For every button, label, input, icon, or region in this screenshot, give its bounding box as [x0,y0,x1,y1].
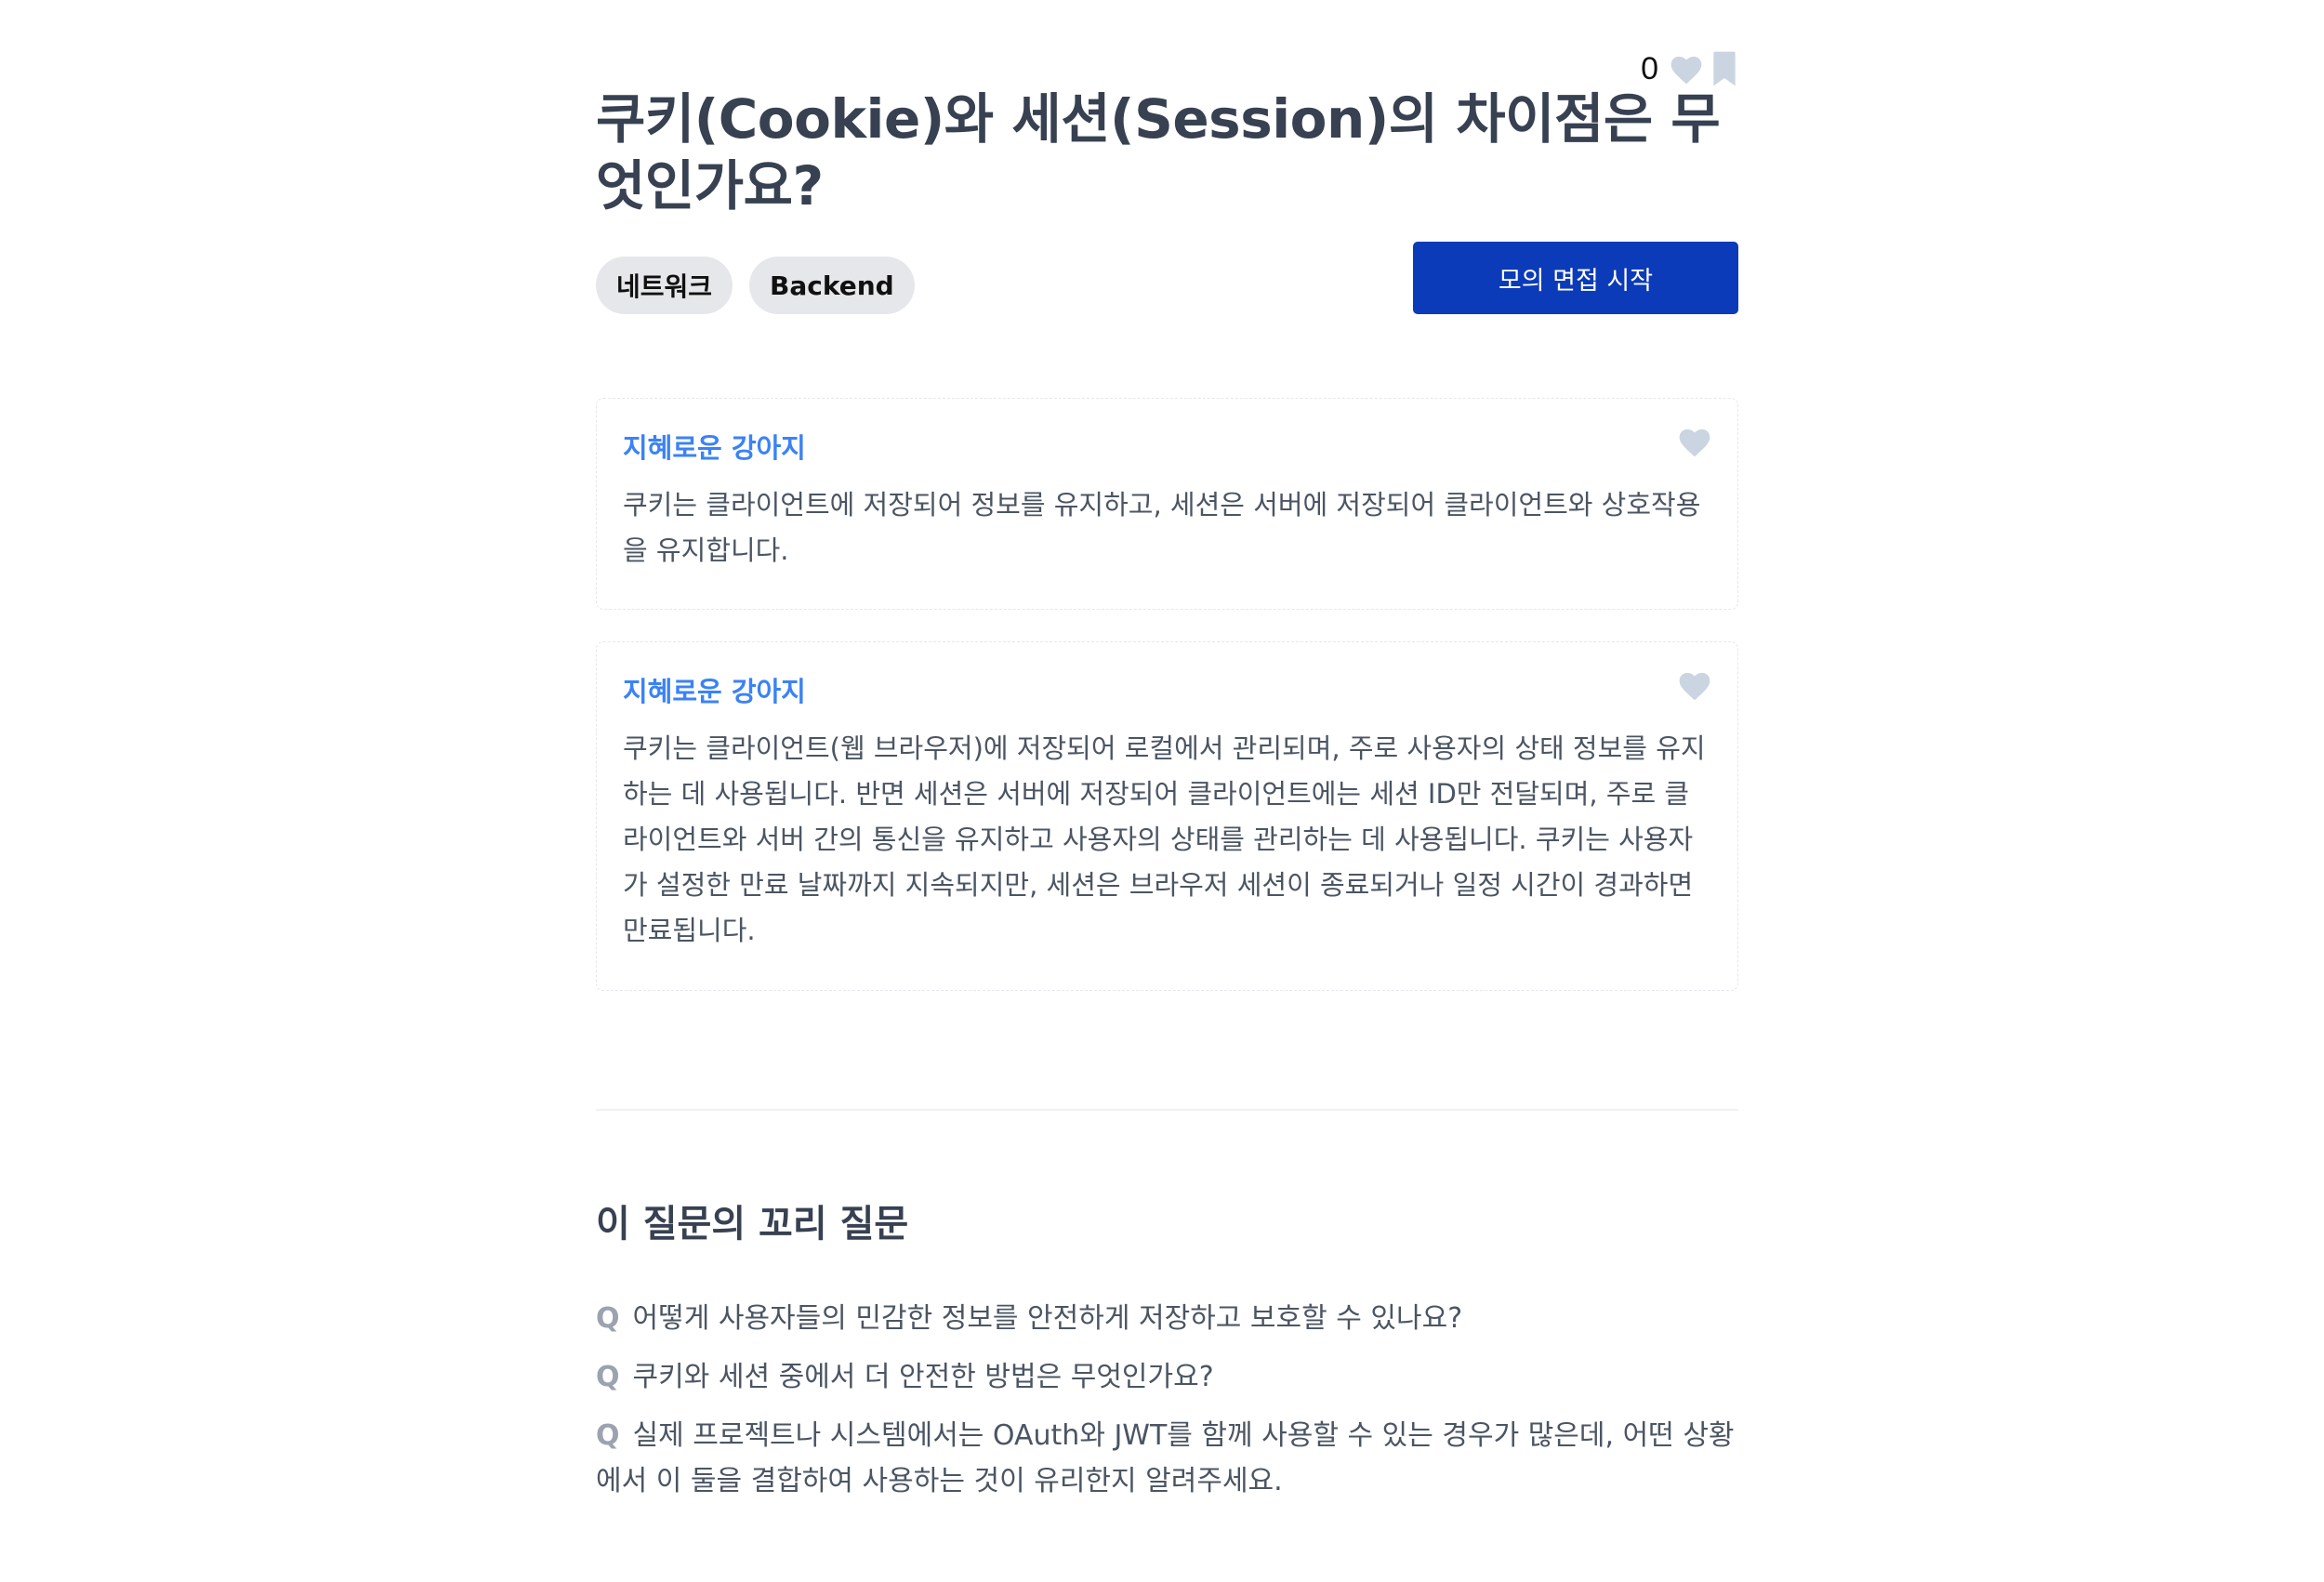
followup-text: 쿠키와 세션 중에서 더 안전한 방법은 무엇인가요? [632,1361,1214,1393]
followup-item[interactable]: Q 어떻게 사용자들의 민감한 정보를 안전하게 저장하고 보호할 수 있나요? [596,1296,1738,1341]
answer-card: 지혜로운 강아지 쿠키는 클라이언트(웹 브라우저)에 저장되어 로컬에서 관리… [596,641,1738,991]
start-mock-interview-button[interactable]: 모의 면접 시작 [1413,242,1738,314]
question-title: 쿠키(Cookie)와 세션(Session)의 차이점은 무엇인가요? [596,87,1721,218]
followup-item[interactable]: Q 쿠키와 세션 중에서 더 안전한 방법은 무엇인가요? [596,1354,1738,1400]
followup-list: Q 어떻게 사용자들의 민감한 정보를 안전하게 저장하고 보호할 수 있나요? … [596,1296,1738,1517]
followup-item[interactable]: Q 실제 프로젝트나 시스템에서는 OAuth와 JWT를 함께 사용할 수 있는… [596,1413,1738,1504]
q-prefix: Q [596,1361,620,1393]
followup-text: 실제 프로젝트나 시스템에서는 OAuth와 JWT를 함께 사용할 수 있는 … [596,1419,1735,1497]
q-prefix: Q [596,1419,620,1452]
answer-card: 지혜로운 강아지 쿠키는 클라이언트에 저장되어 정보를 유지하고, 세션은 서… [596,398,1738,610]
followup-text: 어떻게 사용자들의 민감한 정보를 안전하게 저장하고 보호할 수 있나요? [632,1302,1463,1335]
heart-icon[interactable] [1668,52,1705,86]
like-count: 0 [1641,50,1658,86]
section-divider [596,1109,1738,1111]
answer-text: 쿠키는 클라이언트에 저장되어 정보를 유지하고, 세션은 서버에 저장되어 클… [623,489,1701,566]
answer-text: 쿠키는 클라이언트(웹 브라우저)에 저장되어 로컬에서 관리되며, 주로 사용… [623,732,1706,946]
heart-icon[interactable] [1676,668,1713,705]
heart-icon[interactable] [1676,425,1713,462]
followup-section-title: 이 질문의 꼬리 질문 [596,1203,909,1246]
tag-backend[interactable]: Backend [749,257,915,314]
answer-author[interactable]: 지혜로운 강아지 [623,427,1711,466]
tag-network[interactable]: 네트워크 [596,257,733,314]
answer-author[interactable]: 지혜로운 강아지 [623,670,1711,709]
bookmark-icon[interactable] [1710,50,1738,87]
tag-list: 네트워크 Backend [596,257,915,314]
question-actions: 0 [1641,48,1738,89]
q-prefix: Q [596,1302,620,1335]
